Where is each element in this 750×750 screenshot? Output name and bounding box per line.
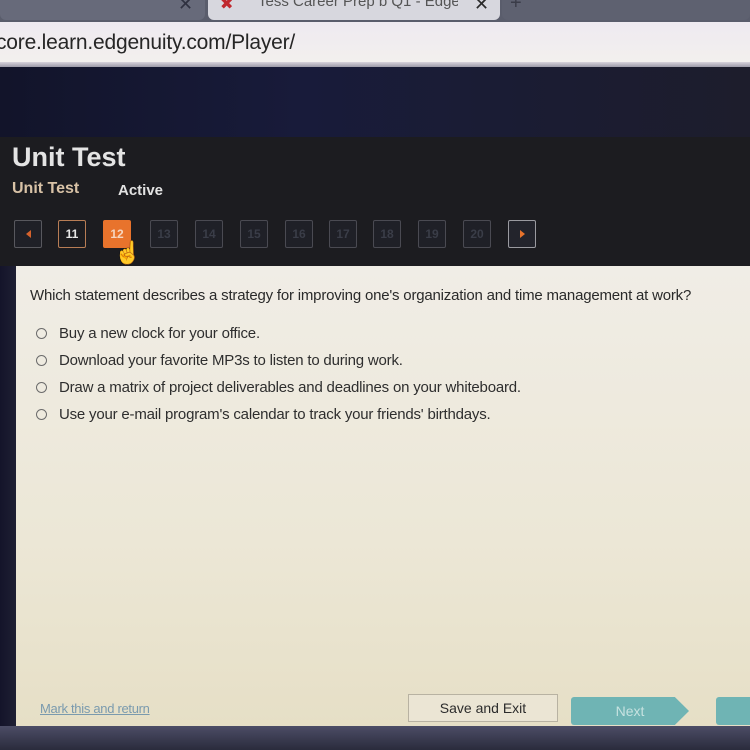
answer-choice-label[interactable]: Draw a matrix of project deliverables an… [59, 379, 521, 396]
activity-subtitle: Unit Test [12, 180, 80, 197]
submit-button[interactable] [716, 697, 750, 725]
monitor-bezel [0, 726, 750, 750]
page-title: Unit Test [12, 142, 126, 172]
radio-button[interactable] [36, 328, 47, 339]
address-bar[interactable]: core.learn.edgenuity.com/Player/ [0, 22, 750, 64]
page-button-16[interactable]: 16 [285, 220, 313, 248]
page-button-20[interactable]: 20 [463, 220, 491, 248]
radio-button[interactable] [36, 409, 47, 420]
answer-choice[interactable]: Buy a new clock for your office. [36, 320, 521, 347]
screen-edge [0, 266, 16, 726]
next-question-button[interactable] [508, 220, 536, 248]
chevron-left-icon [25, 230, 31, 238]
browser-tab-inactive[interactable]: ✕ [0, 0, 205, 20]
browser-tab-strip: ✕ ✖ Tess Career Prep b Q1 - Edgen ✕ + [0, 0, 750, 22]
answer-choices: Buy a new clock for your office. Downloa… [36, 320, 521, 428]
mark-and-return-link[interactable]: Mark this and return [40, 701, 150, 716]
hand-cursor-icon: ☝ [114, 240, 142, 265]
radio-button[interactable] [36, 355, 47, 366]
answer-choice[interactable]: Draw a matrix of project deliverables an… [36, 374, 521, 401]
page-button-18[interactable]: 18 [373, 220, 401, 248]
page-button-19[interactable]: 19 [418, 220, 446, 248]
page-button-17[interactable]: 17 [329, 220, 357, 248]
radio-button[interactable] [36, 382, 47, 393]
answer-choice-label[interactable]: Buy a new clock for your office. [59, 325, 260, 342]
question-text: Which statement describes a strategy for… [30, 287, 692, 304]
prev-question-button[interactable] [14, 220, 42, 248]
next-button[interactable]: Next [571, 697, 689, 725]
browser-tab-active[interactable]: ✖ Tess Career Prep b Q1 - Edgen ✕ [208, 0, 500, 20]
chevron-right-icon [519, 230, 525, 238]
page-button-11[interactable]: 11 [58, 220, 86, 248]
page-button-13[interactable]: 13 [150, 220, 178, 248]
page-button-14[interactable]: 14 [195, 220, 223, 248]
url-text[interactable]: core.learn.edgenuity.com/Player/ [0, 31, 295, 55]
app-top-band [0, 67, 750, 137]
close-tab-icon[interactable]: ✕ [178, 0, 193, 15]
tab-title: Tess Career Prep b Q1 - Edgen [258, 0, 458, 10]
answer-choice-label[interactable]: Download your favorite MP3s to listen to… [59, 352, 403, 369]
browser-tab-strip-empty [502, 0, 750, 20]
status-badge: Active [118, 182, 164, 199]
answer-choice-label[interactable]: Use your e-mail program's calendar to tr… [59, 406, 491, 423]
answer-choice[interactable]: Download your favorite MP3s to listen to… [36, 347, 521, 374]
save-and-exit-button[interactable]: Save and Exit [408, 694, 558, 722]
answer-choice[interactable]: Use your e-mail program's calendar to tr… [36, 401, 521, 428]
new-tab-icon[interactable]: + [510, 0, 522, 15]
edgenuity-favicon-icon: ✖ [220, 0, 234, 13]
page-button-15[interactable]: 15 [240, 220, 268, 248]
close-tab-icon[interactable]: ✕ [474, 0, 489, 15]
